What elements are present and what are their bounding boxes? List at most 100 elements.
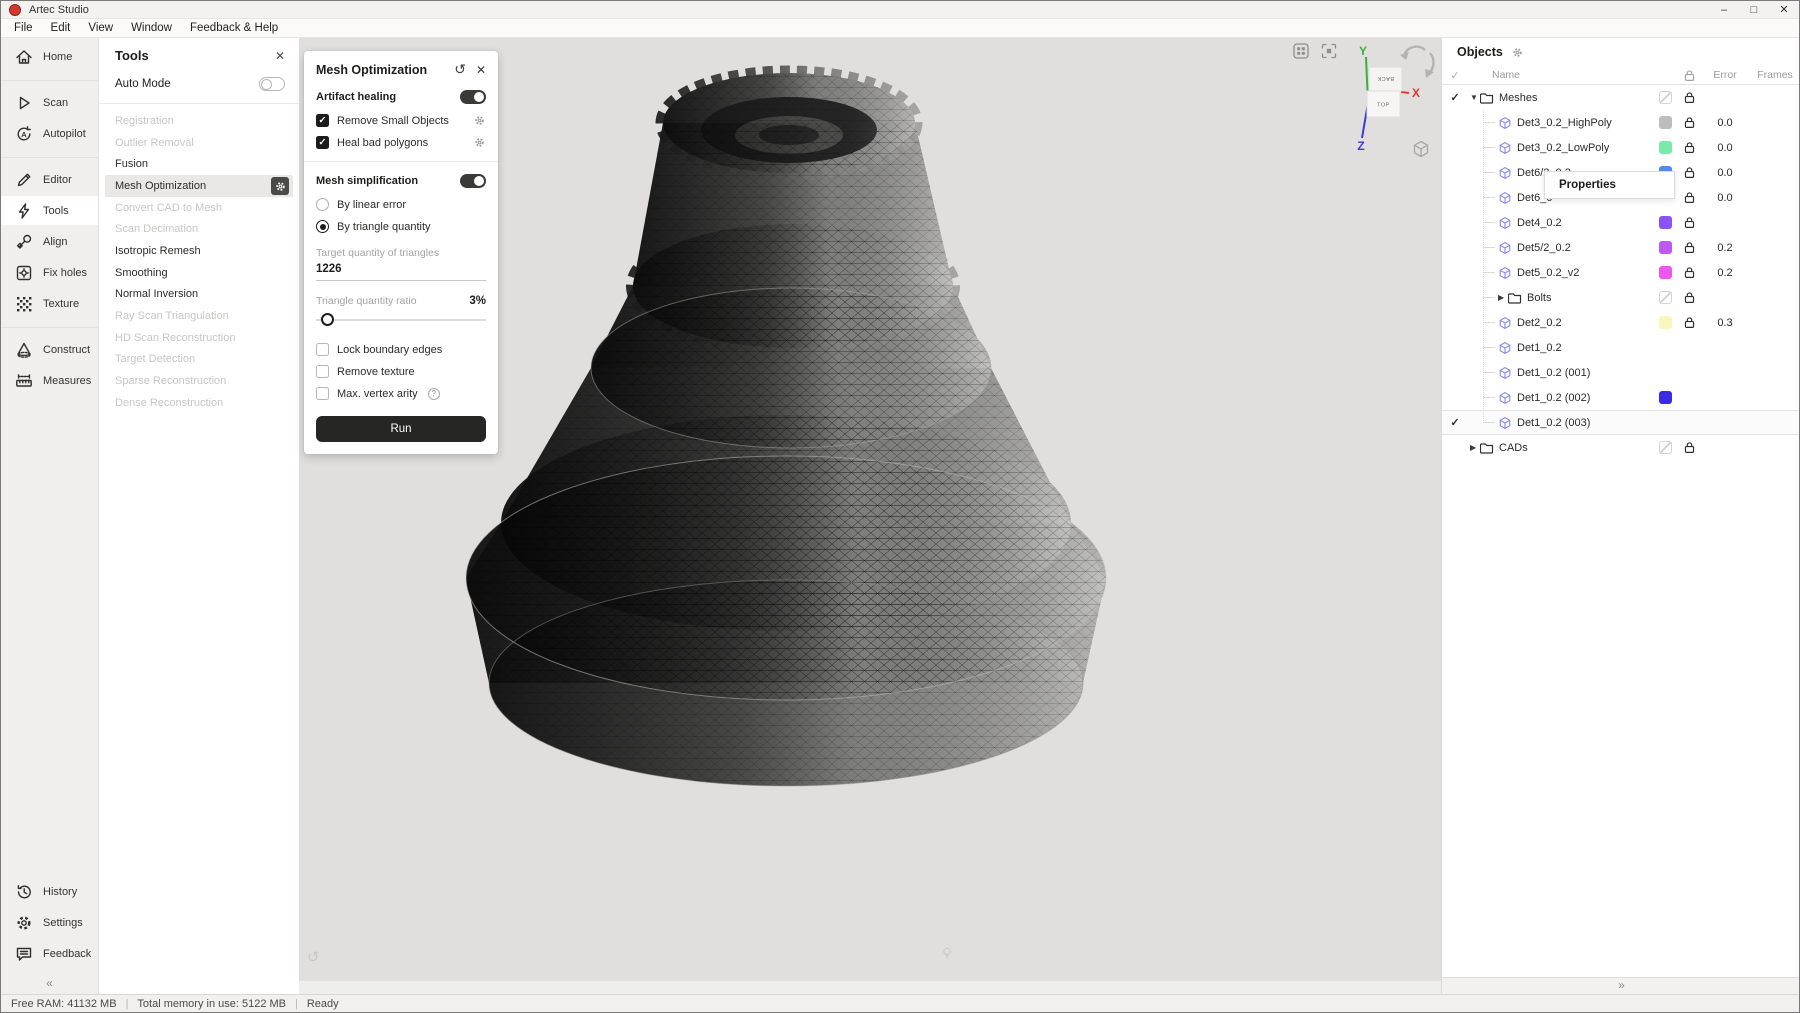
run-button[interactable]: Run [316,416,486,442]
color-swatch-cell[interactable] [1653,116,1677,129]
slider-handle[interactable] [321,313,334,326]
objects-settings-gear-icon[interactable] [1511,46,1524,59]
sidebar-item-history[interactable]: History [1,877,98,906]
radio-by-triangle-quantity[interactable] [316,220,329,233]
objects-mesh-row-det3-0-2-highpoly[interactable]: Det3_0.2_HighPoly0.0 [1442,110,1800,135]
objects-mesh-row-det1-0-2-003[interactable]: ✓Det1_0.2 (003) [1442,410,1800,435]
chevron-right-icon[interactable]: ▶ [1498,293,1508,302]
color-swatch-cell[interactable] [1653,291,1677,304]
sidebar-item-texture[interactable]: Texture [1,289,98,318]
tool-item-normal-inversion[interactable]: Normal Inversion [99,284,299,306]
sidebar-item-align[interactable]: Align [1,227,98,256]
mesh-simplification-toggle[interactable] [460,174,486,188]
lock-icon[interactable] [1684,216,1695,229]
row-checkbox[interactable]: ✓ [1442,416,1468,429]
objects-mesh-row-det5-0-2-v2[interactable]: Det5_0.2_v20.2 [1442,260,1800,285]
help-icon[interactable]: ? [428,388,440,400]
option-gear-icon[interactable] [473,136,486,149]
lock-cell[interactable] [1677,216,1701,229]
sidebar-collapse-button[interactable]: « [1,976,98,990]
objects-folder-row-meshes[interactable]: ✓▼Meshes [1442,85,1800,110]
lock-icon[interactable] [1684,141,1695,154]
objects-folder-row-cads[interactable]: ▶CADs [1442,435,1800,460]
checkbox-max-vertex-arity[interactable] [316,387,329,400]
tool-settings-button[interactable] [271,177,289,195]
lock-icon[interactable] [1684,266,1695,279]
objects-mesh-row-det2-0-2[interactable]: Det2_0.20.3 [1442,310,1800,335]
color-swatch-cell[interactable] [1653,141,1677,154]
sidebar-item-construct[interactable]: Construct [1,335,98,364]
color-swatch-cell[interactable] [1653,241,1677,254]
reset-icon[interactable]: ↺ [454,61,466,78]
color-swatch[interactable] [1659,141,1672,154]
menu-edit[interactable]: Edit [42,22,80,34]
sidebar-item-feedback[interactable]: Feedback [1,939,98,968]
color-swatch-cell[interactable] [1653,316,1677,329]
color-swatch[interactable] [1659,266,1672,279]
lock-cell[interactable] [1677,316,1701,329]
cube-face-back[interactable]: BACK [1377,75,1394,81]
objects-mesh-row-det4-0-2[interactable]: Det4_0.2 [1442,210,1800,235]
objects-mesh-row-det1-0-2-001[interactable]: Det1_0.2 (001) [1442,360,1800,385]
maximize-button[interactable]: □ [1739,1,1769,18]
sidebar-item-measures[interactable]: Measures [1,366,98,395]
tool-item-smoothing[interactable]: Smoothing [99,262,299,284]
row-checkbox[interactable]: ✓ [1442,91,1468,104]
color-swatch-cell[interactable] [1653,216,1677,229]
close-button[interactable]: ✕ [1769,1,1799,18]
color-swatch[interactable] [1659,116,1672,129]
sidebar-item-home[interactable]: Home [1,42,98,71]
objects-folder-row-bolts[interactable]: ▶Bolts [1442,285,1800,310]
lock-cell[interactable] [1677,91,1701,104]
lock-cell[interactable] [1677,116,1701,129]
lock-icon[interactable] [1684,291,1695,304]
chevron-right-icon[interactable]: ▶ [1470,443,1480,452]
lock-icon[interactable] [1684,191,1695,204]
lock-icon[interactable] [1684,241,1695,254]
menu-window[interactable]: Window [122,22,181,34]
checkbox-lock-boundary-edges[interactable] [316,343,329,356]
menu-file[interactable]: File [5,22,42,34]
tool-item-fusion[interactable]: Fusion [99,153,299,175]
color-swatch-cell[interactable] [1653,91,1677,104]
objects-mesh-row-det1-0-2-002[interactable]: Det1_0.2 (002) [1442,385,1800,410]
dialog-close-icon[interactable]: ✕ [476,63,486,77]
objects-mesh-row-det5-2-0-2[interactable]: Det5/2_0.20.2 [1442,235,1800,260]
artifact-healing-toggle[interactable] [460,90,486,104]
viewport-light-icon[interactable] [939,945,955,964]
chevron-down-icon[interactable]: ▼ [1470,93,1480,102]
sidebar-item-settings[interactable]: Settings [1,908,98,937]
lock-cell[interactable] [1677,241,1701,254]
grid-view-icon[interactable] [1293,43,1309,59]
color-swatch-cell[interactable] [1653,266,1677,279]
tools-close-icon[interactable]: ✕ [275,49,285,63]
objects-mesh-row-det1-0-2[interactable]: Det1_0.2 [1442,335,1800,360]
auto-mode-toggle[interactable] [259,77,285,91]
lock-icon[interactable] [1684,316,1695,329]
sidebar-item-autopilot[interactable]: AAutopilot [1,119,98,148]
sidebar-item-tools[interactable]: Tools [1,196,98,225]
option-gear-icon[interactable] [473,114,486,127]
color-swatch-cell[interactable] [1653,441,1677,454]
sidebar-item-scan[interactable]: Scan [1,88,98,117]
color-swatch-cell[interactable] [1653,391,1677,404]
color-swatch[interactable] [1659,241,1672,254]
lock-cell[interactable] [1677,266,1701,279]
lock-cell[interactable] [1677,191,1701,204]
ratio-slider[interactable] [316,313,486,327]
no-color-swatch[interactable] [1659,91,1672,104]
sidebar-item-fix-holes[interactable]: Fix holes [1,258,98,287]
lock-cell[interactable] [1677,291,1701,304]
no-color-swatch[interactable] [1659,291,1672,304]
lock-icon[interactable] [1684,91,1695,104]
lock-cell[interactable] [1677,441,1701,454]
lock-cell[interactable] [1677,141,1701,154]
panel-expander[interactable]: » [1442,977,1800,994]
color-swatch[interactable] [1659,216,1672,229]
sidebar-item-editor[interactable]: Editor [1,165,98,194]
color-swatch[interactable] [1659,316,1672,329]
menu-view[interactable]: View [79,22,122,34]
viewport-history-icon[interactable]: ↺ [307,948,320,966]
minimize-button[interactable]: – [1709,1,1739,18]
tool-item-isotropic-remesh[interactable]: Isotropic Remesh [99,240,299,262]
